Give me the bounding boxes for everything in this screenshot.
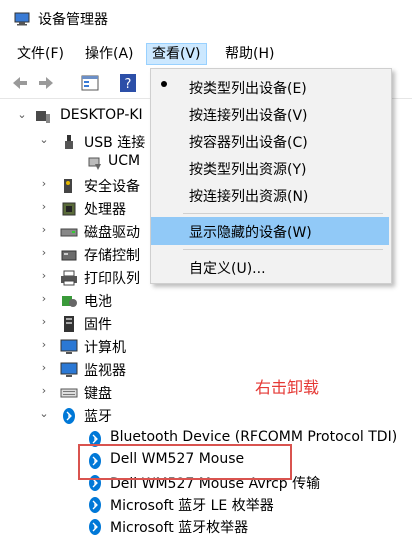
menu-item-resources-by-type[interactable]: 按类型列出资源(Y) xyxy=(151,154,389,182)
printer-icon xyxy=(61,270,77,286)
menu-item-devices-by-type[interactable]: 按类型列出设备(E) xyxy=(151,73,389,101)
tree-item-label: Bluetooth Device (RFCOMM Protocol TDI) xyxy=(110,429,398,445)
tree-item-firmware[interactable]: › 固件 xyxy=(0,313,412,335)
bluetooth-icon xyxy=(89,497,101,513)
chevron-right-icon[interactable]: › xyxy=(38,385,50,397)
monitor-icon xyxy=(60,339,78,354)
menu-item-label: 自定义(U)... xyxy=(189,261,266,277)
tree-item-label: 键盘 xyxy=(84,386,112,402)
bluetooth-icon xyxy=(89,519,101,535)
chevron-right-icon[interactable]: › xyxy=(38,339,50,351)
menu-item-label: 按连接列出设备(V) xyxy=(189,108,308,124)
properties-icon[interactable] xyxy=(80,73,100,93)
tree-item-label: 打印队列 xyxy=(84,271,140,287)
tree-item-label: Microsoft 蓝牙枚举器 xyxy=(110,520,249,536)
title-bar: 设备管理器 xyxy=(0,0,412,38)
keyboard-icon xyxy=(60,388,78,398)
menu-item-devices-by-container[interactable]: 按容器列出设备(C) xyxy=(151,127,389,155)
menu-separator xyxy=(183,213,383,214)
tree-root-label: DESKTOP-KI xyxy=(60,107,143,123)
tree-item-label: 蓝牙 xyxy=(84,409,112,425)
chevron-right-icon[interactable]: › xyxy=(38,178,50,190)
menu-item-customize[interactable]: 自定义(U)... xyxy=(151,253,389,281)
bluetooth-icon xyxy=(63,408,75,424)
tree-item-computer[interactable]: › 计算机 xyxy=(0,336,412,358)
chevron-right-icon[interactable]: › xyxy=(38,247,50,259)
menu-view[interactable]: 查看(V) xyxy=(146,43,207,65)
tree-item-label: 监视器 xyxy=(84,363,126,379)
menu-item-label: 按类型列出设备(E) xyxy=(189,81,307,97)
menu-item-label: 显示隐藏的设备(W) xyxy=(189,225,312,241)
chevron-right-icon[interactable]: › xyxy=(38,362,50,374)
chevron-down-icon[interactable]: ⌄ xyxy=(38,134,50,146)
processor-icon xyxy=(62,202,76,216)
device-manager-icon xyxy=(14,12,30,26)
tree-item-label: 安全设备 xyxy=(84,179,140,195)
tree-item-label: UCM xyxy=(108,153,141,169)
battery-icon xyxy=(62,296,77,307)
menu-item-show-hidden-devices[interactable]: 显示隐藏的设备(W) xyxy=(151,217,389,245)
window-title: 设备管理器 xyxy=(38,12,108,28)
menu-item-label: 按类型列出资源(Y) xyxy=(189,162,307,178)
menu-bar: 文件(F) 操作(A) 查看(V) 帮助(H) xyxy=(0,40,412,66)
chevron-right-icon[interactable]: › xyxy=(38,201,50,213)
tree-item-label: 计算机 xyxy=(84,340,126,356)
disk-drive-icon xyxy=(60,228,78,237)
menu-item-devices-by-connection[interactable]: 按连接列出设备(V) xyxy=(151,100,389,128)
view-dropdown-menu: 按类型列出设备(E) 按连接列出设备(V) 按容器列出设备(C) 按类型列出资源… xyxy=(150,68,392,284)
security-key-icon xyxy=(64,179,72,193)
firmware-icon xyxy=(64,316,74,332)
tree-item-label: Microsoft 蓝牙 LE 枚举器 xyxy=(110,498,274,514)
device-warning-icon xyxy=(88,157,101,170)
back-arrow-icon[interactable] xyxy=(10,73,30,93)
chevron-right-icon[interactable]: › xyxy=(38,316,50,328)
tree-item-label: 磁盘驱动 xyxy=(84,225,140,241)
computer-icon xyxy=(36,111,50,123)
menu-file[interactable]: 文件(F) xyxy=(12,44,69,64)
tree-item-monitor[interactable]: › 监视器 xyxy=(0,359,412,381)
tree-item-label: 存储控制 xyxy=(84,248,140,264)
tree-item-keyboard[interactable]: › 键盘 xyxy=(0,382,412,404)
chevron-right-icon[interactable]: › xyxy=(38,224,50,236)
help-icon[interactable]: ? xyxy=(118,73,138,93)
menu-help[interactable]: 帮助(H) xyxy=(220,44,279,64)
menu-item-resources-by-connection[interactable]: 按连接列出资源(N) xyxy=(151,181,389,209)
tree-item-battery[interactable]: › 电池 xyxy=(0,290,412,312)
usb-icon xyxy=(65,135,73,149)
display-icon xyxy=(60,362,78,377)
tree-item-bluetooth[interactable]: ⌄ 蓝牙 xyxy=(0,405,412,427)
tree-item-label: 固件 xyxy=(84,317,112,333)
chevron-right-icon[interactable]: › xyxy=(38,293,50,305)
tree-item-label: 电池 xyxy=(84,294,112,310)
selected-bullet-icon xyxy=(161,81,167,87)
menu-item-label: 按连接列出资源(N) xyxy=(189,189,309,205)
tree-item-label: USB 连接 xyxy=(84,135,146,151)
bt-item-ms-enum[interactable]: Microsoft 蓝牙枚举器 xyxy=(0,516,412,538)
menu-action[interactable]: 操作(A) xyxy=(80,44,139,64)
chevron-down-icon[interactable]: ⌄ xyxy=(16,109,28,121)
tree-item-label: 处理器 xyxy=(84,202,126,218)
chevron-right-icon[interactable]: › xyxy=(38,270,50,282)
annotation-highlight-box xyxy=(78,444,292,480)
chevron-down-icon[interactable]: ⌄ xyxy=(38,408,50,420)
menu-separator xyxy=(183,249,383,250)
forward-arrow-icon[interactable] xyxy=(36,73,56,93)
svg-text:?: ? xyxy=(125,77,132,92)
bt-item-ms-le[interactable]: Microsoft 蓝牙 LE 枚举器 xyxy=(0,494,412,516)
annotation-text: 右击卸载 xyxy=(255,378,320,397)
storage-controller-icon xyxy=(61,250,77,261)
menu-item-label: 按容器列出设备(C) xyxy=(189,135,308,151)
